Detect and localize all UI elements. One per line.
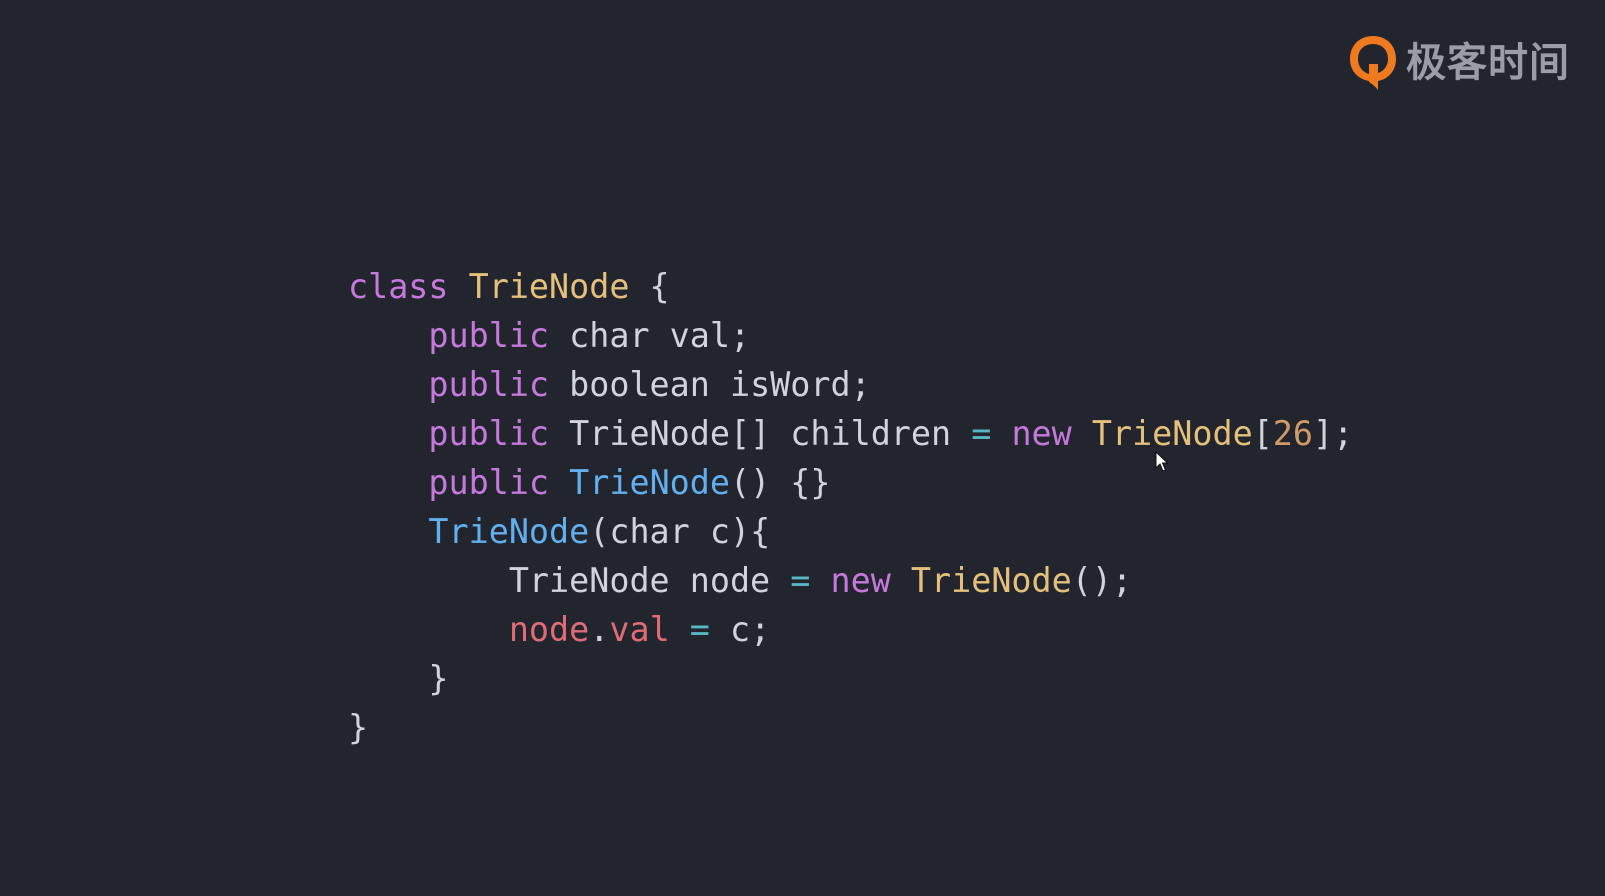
code-token-variable: val [609, 610, 670, 649]
brand-logo: 极客时间 [1348, 34, 1570, 92]
code-token-type: TrieNode [1091, 414, 1253, 453]
code-token-keyword: new [1011, 414, 1072, 453]
code-line: TrieNode node = new TrieNode(); [348, 556, 1353, 605]
code-token-plain: TrieNode[] children [549, 414, 972, 453]
code-token-plain: (); [1071, 561, 1133, 600]
code-block: class TrieNode { public char val; public… [348, 262, 1353, 752]
code-token-plain: boolean isWord; [549, 365, 871, 404]
code-token-variable: node [508, 610, 590, 649]
code-token-plain: ]; [1313, 414, 1354, 453]
code-token-plain: () {} [729, 463, 831, 502]
code-line: public boolean isWord; [348, 360, 1353, 409]
code-token-plain: (char c){ [589, 512, 771, 551]
code-line: } [348, 654, 1353, 703]
code-token-type: TrieNode [910, 561, 1072, 600]
code-token-plain: c; [709, 610, 771, 649]
code-token-plain: } [348, 708, 369, 747]
video-frame: 极客时间 class TrieNode { public char val; p… [0, 0, 1605, 896]
code-token-function: TrieNode [569, 463, 730, 502]
code-token-keyword: public [428, 316, 550, 355]
code-line: public TrieNode() {} [348, 458, 1353, 507]
mouse-pointer-icon [1155, 451, 1169, 472]
code-token-keyword: new [830, 561, 891, 600]
code-line: TrieNode(char c){ [348, 507, 1353, 556]
code-token-plain: } [428, 659, 449, 698]
code-line: node.val = c; [348, 605, 1353, 654]
code-token-plain: [ [1252, 414, 1273, 453]
code-token-plain: . [589, 610, 610, 649]
code-token-keyword: class [348, 267, 449, 306]
code-token-plain: { [629, 267, 670, 306]
code-token-operator: = [971, 414, 992, 453]
code-token-keyword: public [428, 463, 550, 502]
code-line: public char val; [348, 311, 1353, 360]
code-line: class TrieNode { [348, 262, 1353, 311]
code-token-operator: = [689, 610, 710, 649]
code-token-keyword: public [428, 365, 550, 404]
code-token-operator: = [790, 561, 811, 600]
code-token-plain: char val; [549, 316, 751, 355]
geektime-logo-icon [1350, 36, 1396, 90]
code-token-function: TrieNode [428, 512, 590, 551]
code-token-keyword: public [428, 414, 550, 453]
code-line: } [348, 703, 1353, 752]
code-token-plain: TrieNode node [508, 561, 791, 600]
brand-name: 极客时间 [1406, 40, 1570, 86]
code-token-type: TrieNode [468, 267, 630, 306]
code-line: public TrieNode[] children = new TrieNod… [348, 409, 1353, 458]
code-token-number: 26 [1272, 414, 1314, 453]
